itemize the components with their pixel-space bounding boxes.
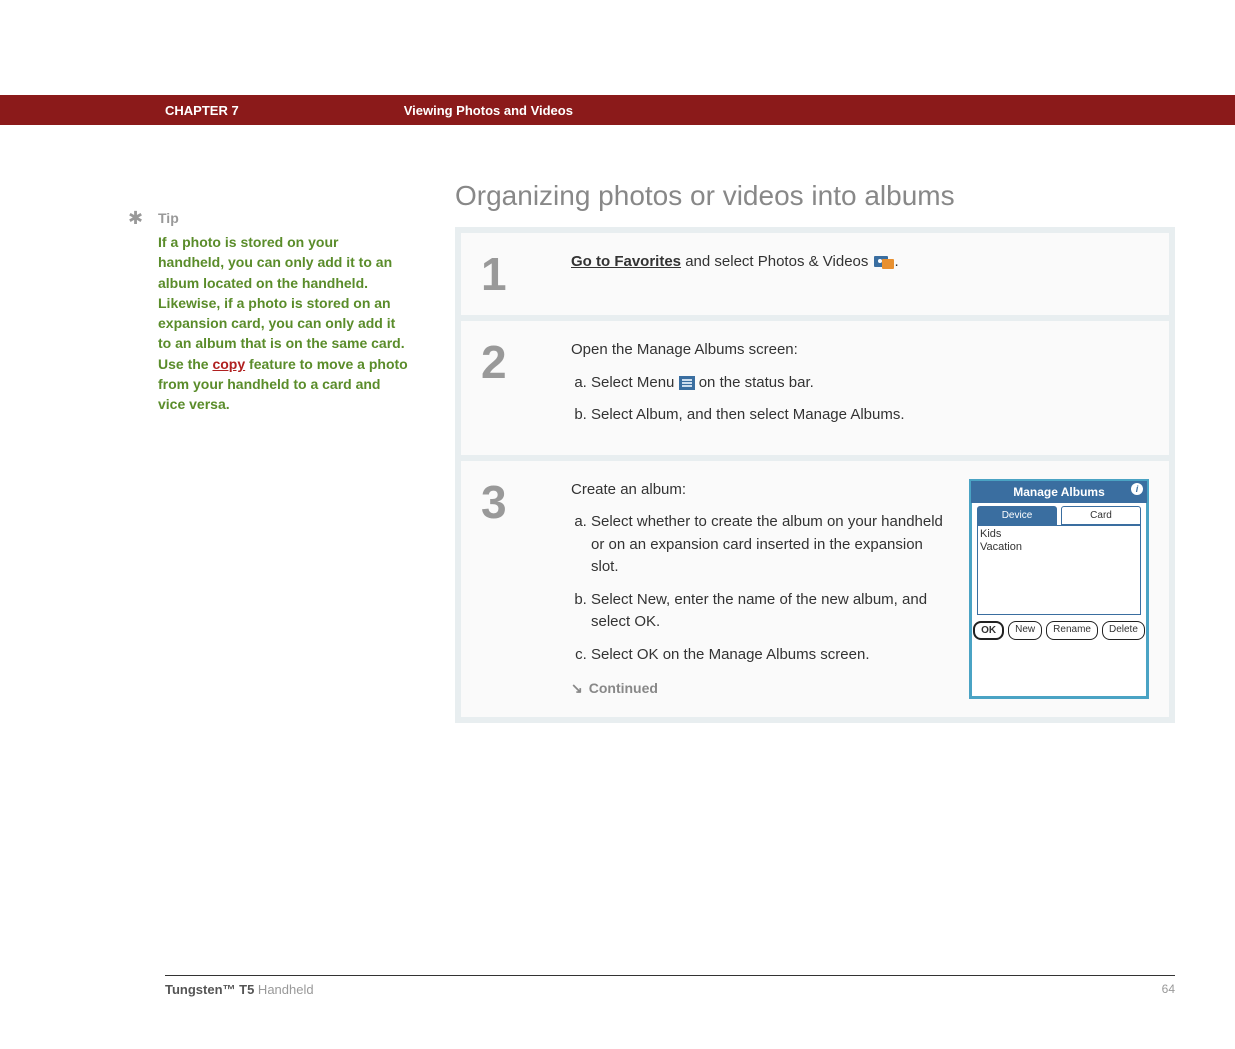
step-1-text: and select Photos & Videos <box>681 253 873 270</box>
step-2: 2 Open the Manage Albums screen: Select … <box>461 321 1169 455</box>
step-2-a-before: Select Menu <box>591 374 679 391</box>
tab-card[interactable]: Card <box>1061 506 1141 525</box>
continued-arrow-icon: ↘ <box>571 678 583 699</box>
page-number: 64 <box>1162 982 1175 997</box>
manage-albums-dialog: Manage Albums i Device Card Kids Vacatio… <box>969 479 1149 700</box>
section-title: Organizing photos or videos into albums <box>455 180 1175 212</box>
step-2-a: Select Menu on the status bar. <box>591 372 1149 395</box>
ok-button[interactable]: OK <box>973 621 1004 640</box>
tip-text-before: If a photo is stored on your handheld, y… <box>158 234 405 372</box>
step-2-number: 2 <box>481 339 571 385</box>
album-list[interactable]: Kids Vacation <box>977 525 1141 615</box>
dialog-title-bar: Manage Albums i <box>971 481 1147 503</box>
steps-panel: 1 Go to Favorites and select Photos & Vi… <box>455 227 1175 723</box>
step-2-b: Select Album, and then select Manage Alb… <box>591 404 1149 427</box>
copy-link[interactable]: copy <box>212 356 245 372</box>
product-name: Tungsten™ T5 Handheld <box>165 982 314 997</box>
product-bold: Tungsten™ T5 <box>165 982 254 997</box>
chapter-header: CHAPTER 7 Viewing Photos and Videos <box>0 95 1235 125</box>
step-2-intro: Open the Manage Albums screen: <box>571 339 1149 362</box>
delete-button[interactable]: Delete <box>1102 621 1145 640</box>
tip-sidebar: ✱ Tip If a photo is stored on your handh… <box>128 210 408 415</box>
step-1-period: . <box>895 253 899 270</box>
album-item-kids[interactable]: Kids <box>980 528 1138 541</box>
menu-icon <box>679 376 695 390</box>
tip-text: If a photo is stored on your handheld, y… <box>158 232 408 415</box>
product-light: Handheld <box>254 982 313 997</box>
step-3-c: Select OK on the Manage Albums screen. <box>591 644 949 667</box>
step-3-number: 3 <box>481 479 571 525</box>
step-3-intro: Create an album: <box>571 479 949 502</box>
album-item-vacation[interactable]: Vacation <box>980 541 1138 554</box>
info-icon[interactable]: i <box>1131 483 1143 495</box>
page-footer: Tungsten™ T5 Handheld 64 <box>165 975 1175 997</box>
dialog-title-text: Manage Albums <box>1013 485 1105 499</box>
chapter-title: Viewing Photos and Videos <box>404 103 573 118</box>
step-2-a-after: on the status bar. <box>695 374 814 391</box>
tab-device[interactable]: Device <box>977 506 1057 525</box>
step-1: 1 Go to Favorites and select Photos & Vi… <box>461 233 1169 315</box>
step-3-a: Select whether to create the album on yo… <box>591 511 949 579</box>
rename-button[interactable]: Rename <box>1046 621 1098 640</box>
step-3: 3 Create an album: Select whether to cre… <box>461 461 1169 718</box>
photos-videos-icon <box>873 253 895 271</box>
new-button[interactable]: New <box>1008 621 1042 640</box>
dialog-tabs: Device Card <box>971 503 1147 525</box>
continued-label: ↘ Continued <box>571 678 949 699</box>
step-1-number: 1 <box>481 251 571 297</box>
chapter-label: CHAPTER 7 <box>165 103 239 118</box>
dialog-button-row: OK New Rename Delete <box>971 621 1147 646</box>
continued-text: Continued <box>589 680 658 696</box>
tip-label: Tip <box>158 210 408 226</box>
step-3-b: Select New, enter the name of the new al… <box>591 589 949 634</box>
go-to-favorites-link[interactable]: Go to Favorites <box>571 253 681 270</box>
asterisk-icon: ✱ <box>128 208 143 229</box>
